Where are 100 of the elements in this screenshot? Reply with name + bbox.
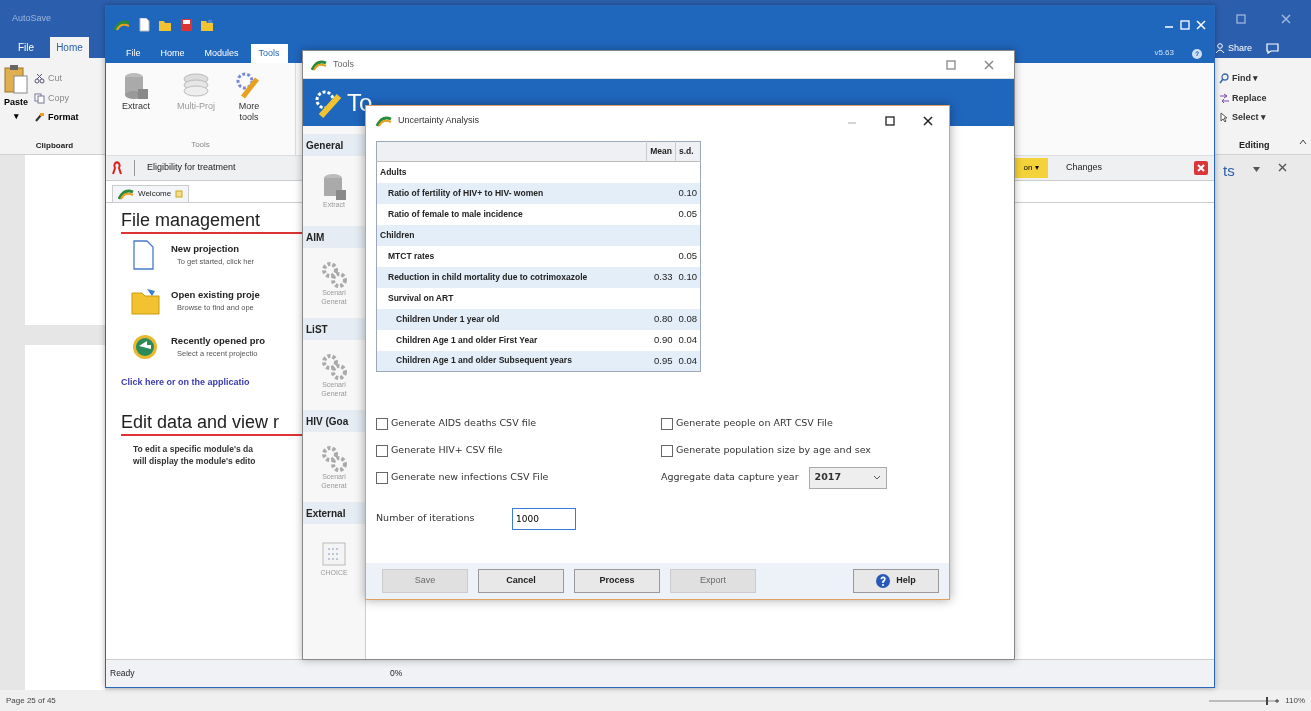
replace-button[interactable]: Replace (1219, 91, 1307, 105)
checkbox-label: Generate people on ART CSV File (676, 416, 833, 431)
ribbon-tab[interactable]: Home (152, 43, 193, 63)
group-label: Clipboard (34, 140, 75, 152)
app-logo-icon (114, 19, 130, 31)
sidebar-heading: AIM (303, 226, 365, 248)
maximize-icon[interactable] (885, 116, 895, 126)
sidebar-heading: HIV (Goa (303, 410, 365, 432)
description-text: To edit a specific module's da will display the module's edito (133, 444, 256, 468)
module-name: Eligibility for treatment (147, 161, 236, 175)
paste-button[interactable]: Paste ▾ (4, 64, 29, 140)
status-text: Ready (110, 667, 136, 680)
sidebar-heading: LiST (303, 318, 365, 340)
row-label: Ratio of fertility of HIV+ to HIV- women (376, 182, 647, 204)
database-icon (122, 71, 150, 101)
document-tab[interactable]: Welcome (112, 185, 190, 202)
sidebar-heading: General (303, 134, 365, 156)
row-label: Children Age 1 and older Subsequent years (376, 350, 647, 372)
app-logo-icon (311, 58, 327, 71)
ribbon-button[interactable]: Extract (106, 67, 166, 139)
help-icon (876, 574, 891, 588)
help-button[interactable]: Help (853, 569, 939, 593)
checkbox[interactable] (661, 444, 673, 457)
help-icon[interactable] (1192, 49, 1202, 59)
save-icon[interactable] (180, 18, 193, 32)
gears-icon (320, 259, 348, 288)
group-label: Editing (1239, 138, 1270, 152)
action-link[interactable]: New projection (171, 241, 255, 257)
ribbon-tab[interactable]: Modules (196, 43, 247, 63)
row-label: Children (376, 224, 647, 246)
row-label: MTCT rates (376, 245, 647, 267)
checkbox-label: Generate AIDS deaths CSV file (391, 416, 537, 431)
zoom-slider-icon[interactable] (1209, 696, 1280, 705)
row-label: Survival on ART (376, 287, 647, 309)
cursor-icon (1219, 112, 1230, 124)
zoom-level: 110% (1285, 694, 1305, 707)
share-button[interactable]: Share (1215, 41, 1253, 55)
close-icon[interactable] (1277, 163, 1287, 172)
new-file-icon[interactable] (138, 18, 151, 32)
app-logo-icon (376, 115, 392, 127)
clipboard-icon (4, 64, 28, 96)
close-icon[interactable] (923, 116, 933, 126)
checkbox[interactable] (376, 471, 388, 484)
select-button[interactable]: Select ▾ (1219, 111, 1307, 125)
dialog-button[interactable]: Process (574, 569, 660, 593)
version-label: v5.63 (1154, 47, 1174, 59)
action-link[interactable]: Recently opened pro (171, 333, 265, 349)
ribbon-tab[interactable]: Home (50, 37, 89, 58)
dialog-button[interactable]: Cancel (478, 569, 564, 593)
ribbon-tab[interactable]: File (118, 43, 149, 63)
changes-label: Changes (1066, 161, 1104, 175)
checkbox[interactable] (661, 417, 673, 430)
scissors-icon (34, 73, 46, 85)
row-label: Children Age 1 and older First Year (376, 329, 647, 351)
checkbox[interactable] (376, 417, 388, 430)
folder-icon[interactable] (159, 18, 172, 32)
window-title: Tools (333, 57, 354, 71)
row-label: Reduction in child mortality due to cotrimoxazole (376, 266, 647, 288)
format-painter-button[interactable]: Format (34, 111, 79, 125)
comment-icon[interactable] (1266, 42, 1280, 54)
copy-icon (34, 92, 46, 104)
checkbox-label: Generate population size by age and sex (676, 443, 871, 458)
app-title: AutoSave (12, 12, 52, 26)
sidebar-heading: External (303, 502, 365, 524)
row-label: Adults (376, 161, 647, 183)
chevron-icon (872, 475, 881, 480)
replace-icon (1219, 92, 1230, 104)
checkbox-label: Generate HIV+ CSV file (391, 443, 503, 458)
app-logo-icon (118, 188, 134, 200)
field-label: Number of iterations (376, 511, 476, 526)
folder-icon[interactable] (201, 18, 214, 32)
row-label: Ratio of female to male incidence (376, 203, 647, 225)
checkbox[interactable] (376, 444, 388, 457)
page-count: Page 25 of 45 (6, 694, 56, 707)
year-dropdown[interactable]: 2017 (808, 466, 887, 489)
gears-icon (320, 443, 348, 472)
gears-icon (320, 351, 348, 380)
pane-title: ts (1223, 163, 1235, 178)
collapse-icon[interactable] (1299, 138, 1307, 145)
grid-icon (320, 540, 348, 569)
action-link[interactable]: Open existing proje (171, 287, 260, 303)
progress-text: 0% (390, 667, 403, 680)
find-button[interactable]: Find ▾ (1219, 72, 1307, 86)
row-label: Children Under 1 year old (376, 308, 647, 330)
ribbon-icon (112, 161, 122, 175)
group-label: Tools (190, 139, 211, 151)
ribbon-tab[interactable]: File (12, 37, 41, 58)
iterations-field[interactable]: 1000 (512, 507, 576, 530)
search-icon (1219, 73, 1230, 85)
ribbon-button[interactable]: More tools (226, 67, 272, 139)
caret-icon[interactable]: ▾ (13, 109, 19, 123)
column-header: s.d. (675, 141, 701, 162)
dropdown-button[interactable]: on ▾ (1014, 158, 1048, 178)
brush-icon (34, 112, 46, 124)
dialog-title: Uncertainty Analysis (398, 114, 480, 128)
field-label: Aggregate data capture year (661, 470, 799, 485)
info-link[interactable]: Click here or on the applicatio (121, 375, 250, 390)
dropdown-icon[interactable] (1252, 167, 1260, 172)
checkbox-label: Generate new infections CSV File (391, 470, 549, 485)
column-header: Mean (646, 141, 676, 162)
